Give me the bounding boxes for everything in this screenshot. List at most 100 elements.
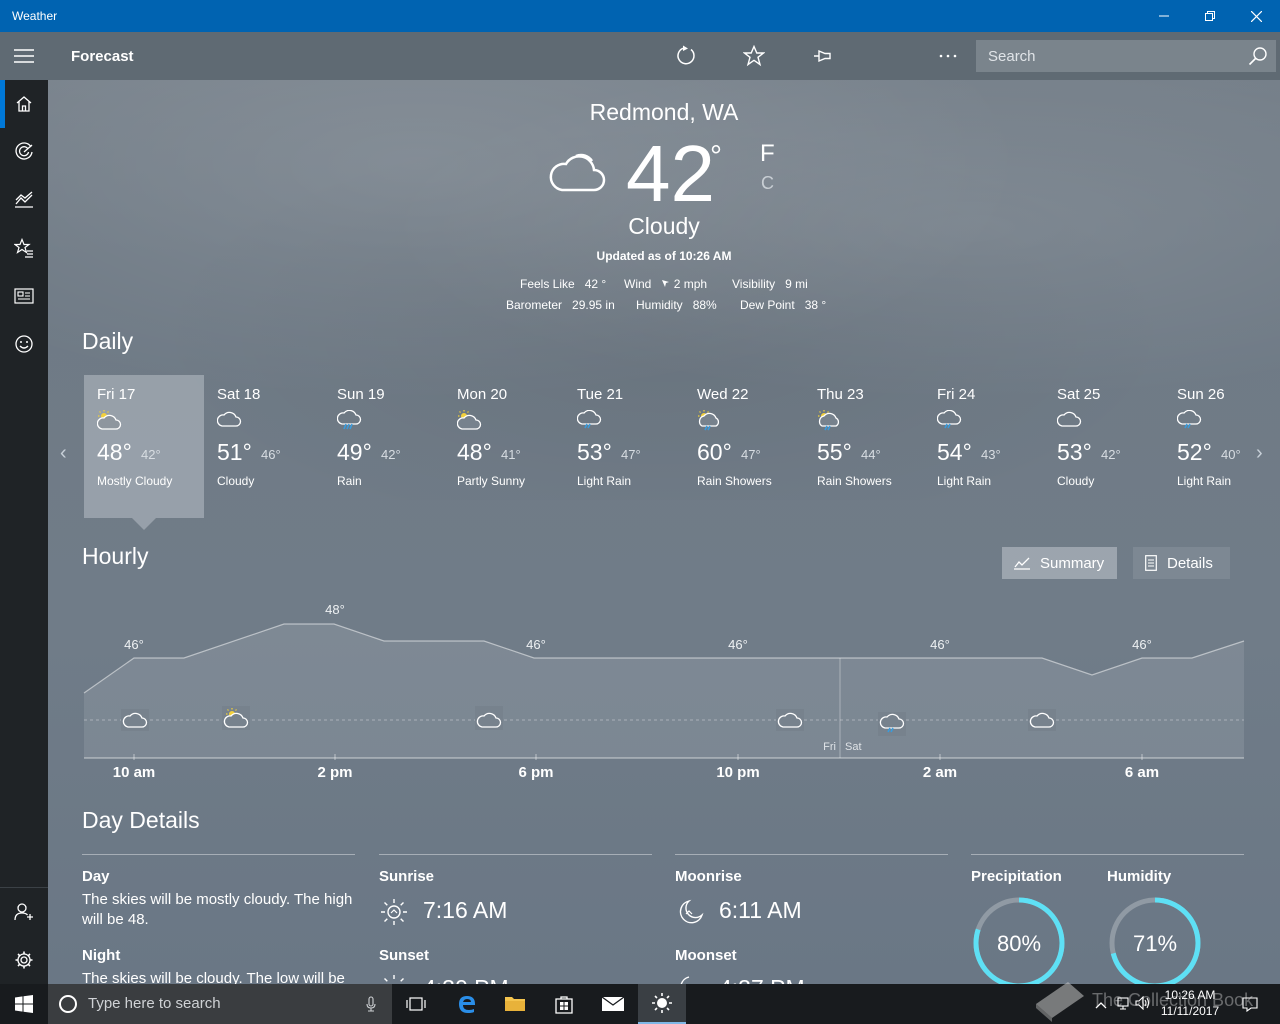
precipitation-label: Precipitation (971, 868, 1062, 885)
day-condition: Mostly Cloudy (97, 474, 173, 488)
system-clock[interactable]: 10:26 AM 11/11/2017 (1152, 987, 1228, 1019)
nav-forecast[interactable] (0, 80, 48, 128)
page-title: Forecast (71, 48, 134, 65)
minimize-button[interactable] (1141, 0, 1187, 32)
summary-button[interactable]: Summary (1002, 547, 1117, 579)
wind-direction-icon (662, 280, 670, 287)
action-center-button[interactable] (1242, 996, 1258, 1017)
forecast-content: Redmond, WA 42 ° F C Cloudy Updated as o… (48, 80, 1280, 984)
unit-celsius[interactable]: C (761, 173, 774, 194)
taskbar-search[interactable]: Type here to search (48, 984, 392, 1024)
refresh-icon (677, 45, 695, 65)
daily-day-item[interactable]: Sat 25 53° 42° Cloudy (1044, 375, 1164, 518)
file-explorer-button[interactable] (491, 984, 539, 1024)
hamburger-menu-button[interactable] (0, 32, 48, 80)
more-options-button[interactable] (928, 36, 968, 76)
unit-fahrenheit[interactable]: F (760, 140, 775, 168)
start-button[interactable] (0, 984, 48, 1024)
nav-news[interactable] (0, 272, 48, 320)
restore-button[interactable] (1187, 0, 1233, 32)
sunrise-label: Sunrise (379, 868, 435, 885)
close-button[interactable] (1233, 0, 1279, 32)
nav-places[interactable] (0, 224, 48, 272)
daily-prev-button[interactable]: ‹ (60, 442, 67, 465)
dew-point: Dew Point 38 ° (740, 298, 826, 312)
hourly-time-label: 10 am (112, 764, 156, 781)
feels-like-label: Feels Like (520, 277, 575, 291)
daily-day-item[interactable]: Fri 24 54° 43° Light Rain (924, 375, 1044, 518)
search-box[interactable] (976, 40, 1276, 72)
nav-feedback[interactable] (0, 320, 48, 368)
daily-day-item[interactable]: Thu 23 55° 44° Rain Showers (804, 375, 924, 518)
nav-maps[interactable] (0, 128, 48, 176)
day-name: Tue 21 (577, 386, 624, 403)
humidity: Humidity 88% (636, 298, 717, 312)
mail-icon (601, 996, 625, 1011)
daily-day-item[interactable]: Sun 19 49° 42° Rain (324, 375, 444, 518)
volume-button[interactable] (1135, 995, 1151, 1015)
close-icon (1250, 10, 1262, 22)
store-button[interactable] (540, 984, 588, 1024)
precip-humidity-column: Precipitation Humidity (971, 854, 1244, 885)
pin-button[interactable] (802, 36, 842, 76)
hourly-graph: 46° 48° 46° 46° 46° 46° Fri Sat (83, 602, 1245, 760)
barometer-label: Barometer (506, 298, 563, 312)
daily-day-item[interactable]: Mon 20 48° 41° Partly Sunny (444, 375, 564, 518)
day-condition: Light Rain (1177, 474, 1232, 488)
nav-account[interactable] (0, 888, 48, 936)
star-icon (743, 45, 765, 67)
hamburger-icon (14, 49, 34, 63)
daily-day-item[interactable]: Tue 21 53° 47° Light Rain (564, 375, 684, 518)
nav-historical-weather[interactable] (0, 176, 48, 224)
weather-taskbar-button[interactable] (638, 984, 686, 1024)
day-name: Sun 19 (337, 386, 385, 403)
day-condition: Light Rain (577, 474, 632, 488)
day-condition: Rain Showers (697, 474, 772, 488)
day-low: 42° (381, 447, 401, 462)
window-title: Weather (12, 9, 58, 23)
daily-day-item[interactable]: Sun 26 52° 40° Light Rain (1164, 375, 1280, 518)
details-button[interactable]: Details (1133, 547, 1230, 579)
nav-settings[interactable] (0, 936, 48, 984)
mostly-cloudy-icon (97, 410, 122, 430)
partly-sunny-icon (457, 410, 482, 430)
favorite-button[interactable] (734, 36, 774, 76)
hourly-time-label: 2 am (922, 764, 958, 781)
hourly-cloudy-icon (121, 709, 149, 731)
network-button[interactable] (1117, 995, 1133, 1016)
day-low: 43° (981, 447, 1001, 462)
hourly-temp-label: 46° (1132, 637, 1152, 652)
daily-day-item[interactable]: Sat 18 51° 46° Cloudy (204, 375, 324, 518)
day-high: 52° (1177, 439, 1212, 465)
daily-day-item[interactable]: Fri 17 48° 42° Mostly Cloudy (84, 375, 204, 518)
dew-point-value: 38 ° (804, 298, 827, 312)
edge-button[interactable] (443, 984, 491, 1024)
cloudy-icon (548, 150, 606, 199)
rain-icon (337, 410, 362, 430)
hourly-temp-label: 46° (930, 637, 950, 652)
document-icon (1145, 555, 1157, 571)
cloudy-icon (217, 411, 242, 427)
watermark-book-icon (1036, 982, 1084, 1022)
hourly-heading: Hourly (82, 543, 149, 569)
day-low: 47° (741, 447, 761, 462)
refresh-button[interactable] (666, 36, 706, 76)
hourly-time-label: 6 pm (518, 764, 554, 781)
mail-button[interactable] (589, 984, 637, 1024)
day-low: 47° (621, 447, 641, 462)
search-button[interactable] (1248, 46, 1268, 71)
folder-icon (505, 997, 525, 1011)
show-hidden-icons-button[interactable] (1095, 996, 1107, 1014)
rain-showers-icon (818, 410, 840, 431)
task-view-button[interactable] (392, 984, 440, 1024)
hourly-partly-cloudy-night-icon (475, 706, 503, 730)
restore-icon (1205, 11, 1215, 21)
moonrise-icon (679, 899, 704, 924)
day-condition: Rain (337, 474, 362, 488)
search-input[interactable] (976, 40, 1236, 72)
summary-label: Summary (1040, 554, 1105, 572)
smiley-icon (15, 335, 33, 353)
daily-day-item[interactable]: Wed 22 60° 47° Rain Showers (684, 375, 804, 518)
dark-mode-button[interactable] (870, 36, 910, 76)
day-name: Thu 23 (817, 386, 864, 403)
